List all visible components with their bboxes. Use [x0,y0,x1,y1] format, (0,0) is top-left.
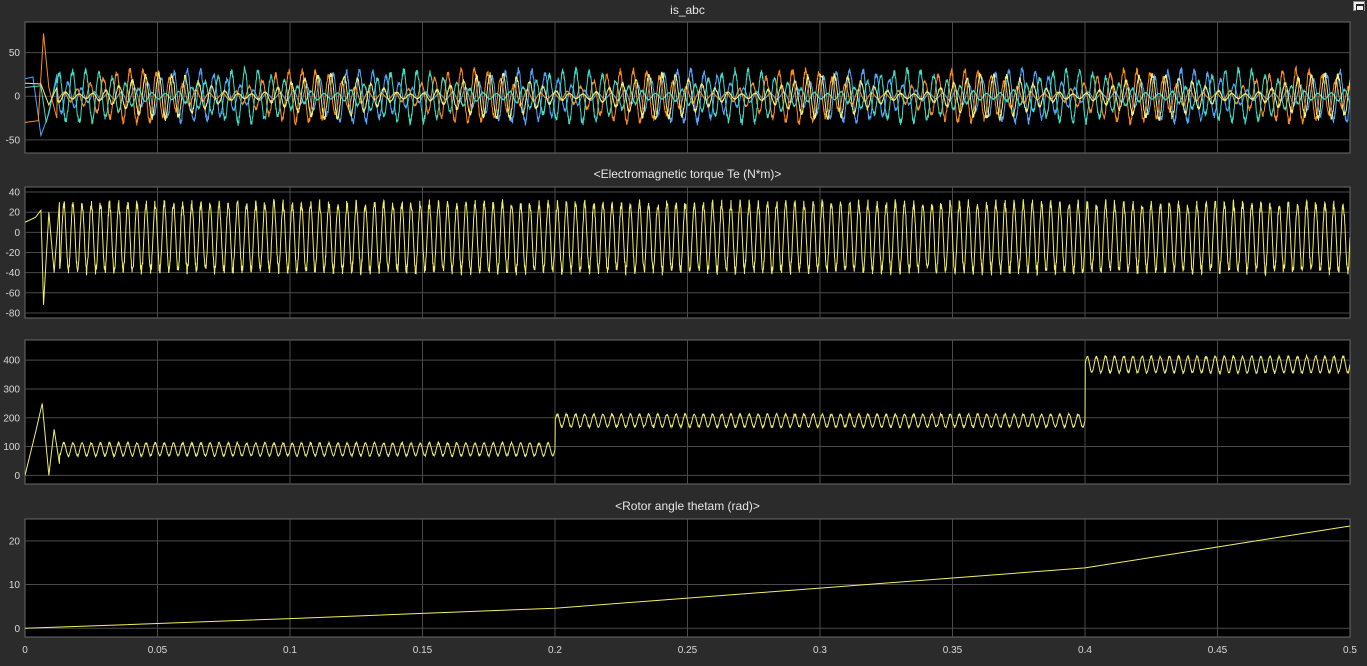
x-tick-label: 0.25 [678,645,698,656]
chart-panel-1: -80 -60 -40 -20 0 20 40 <Electromagnetic torque… [6,167,1351,319]
x-tick-label: 0.05 [148,645,168,656]
y-tick-label: 0 [14,92,20,103]
x-tick-label: 0.5 [1343,645,1357,656]
y-tick-label: 400 [3,356,20,367]
y-tick-label: -80 [6,308,21,319]
y-tick-label: 20 [9,536,21,547]
y-tick-label: 300 [3,384,20,395]
chart-title: is_abc [670,3,705,17]
chart-title: <Electromagnetic torque Te (N*m)> [594,167,782,181]
x-tick-label: 0.3 [813,645,827,656]
y-tick-label: 0 [14,471,20,482]
y-tick-label: 200 [3,413,20,424]
x-tick-label: 0.2 [548,645,562,656]
y-tick-label: 100 [3,442,20,453]
chart-panel-3: 0 10 20 <Rotor angle thetam (rad)> 0 0.05 0.1 0… [9,499,1358,656]
chart-panel-0: -50 0 50 is_abc [6,3,1351,154]
x-tick-label: 0 [22,645,28,656]
y-tick-label: 40 [9,188,21,199]
y-tick-label: -20 [6,248,21,259]
y-tick-label: -50 [6,135,21,146]
y-tick-label: 20 [9,208,21,219]
chart-title: <Rotor angle thetam (rad)> [615,499,760,513]
scope-figure: -50 0 50 is_abc -80 -60 -40 -20 0 20 40 <Electromag… [3,3,1358,656]
x-tick-label: 0.15 [413,645,433,656]
chart-panel-2: 0 100 200 300 400 [3,339,1351,485]
y-tick-label: -40 [6,268,21,279]
y-tick-label: 50 [9,48,21,59]
x-tick-label: 0.1 [283,645,297,656]
y-tick-label: 0 [14,624,20,635]
x-tick-label: 0.45 [1208,645,1228,656]
x-tick-label: 0.4 [1078,645,1092,656]
y-tick-label: -60 [6,288,21,299]
y-tick-label: 0 [14,228,20,239]
x-tick-label: 0.35 [943,645,963,656]
y-tick-label: 10 [9,580,21,591]
